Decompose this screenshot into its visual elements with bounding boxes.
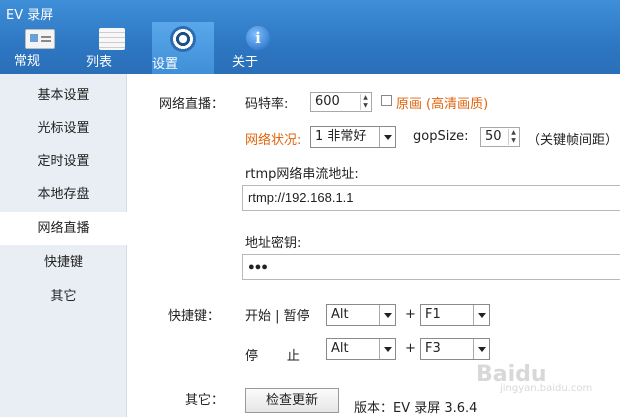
watermark-subtext: jingyan.baidu.com xyxy=(500,383,593,394)
stream-key-input[interactable]: ●●● xyxy=(242,254,620,280)
chevron-down-icon[interactable] xyxy=(379,305,395,325)
stop-label: 停 止 xyxy=(245,349,300,364)
gop-size-stepper[interactable]: 50 ▲ ▼ xyxy=(480,127,520,147)
hotkeys-section-label: 快捷键： xyxy=(168,309,221,324)
stop-key-value: F3 xyxy=(425,341,441,356)
sidebar-item-hotkeys[interactable]: 快捷键 xyxy=(0,246,127,279)
gop-size-value: 50 xyxy=(485,129,502,144)
chevron-down-icon[interactable] xyxy=(473,339,489,359)
toolbar-settings-button[interactable]: 设置 xyxy=(152,22,214,74)
toolbar-general-button[interactable]: 常规 xyxy=(14,22,66,74)
original-quality-hint: (高清画质) xyxy=(426,97,489,112)
network-status-label: 网络状况: xyxy=(245,133,302,148)
toolbar-about-label: 关于 xyxy=(232,55,259,70)
start-key-select[interactable]: F1 xyxy=(420,304,490,326)
original-quality-checkbox[interactable] xyxy=(381,95,392,106)
stepper-arrows-icon[interactable]: ▲ ▼ xyxy=(508,129,518,145)
version-text: 版本：EV 录屏 3.6.4 xyxy=(354,401,478,416)
gop-size-hint: （关键帧间距） xyxy=(527,133,619,148)
bitrate-label: 码特率: xyxy=(245,97,289,112)
toolbar-settings-label: 设置 xyxy=(152,57,179,72)
rtmp-url-label: rtmp网络串流地址: xyxy=(245,167,359,182)
gop-size-label: gopSize: xyxy=(413,129,469,144)
chevron-down-icon[interactable] xyxy=(473,305,489,325)
chevron-down-icon[interactable] xyxy=(379,127,395,147)
start-modifier-value: Alt xyxy=(331,307,349,322)
chevron-down-icon[interactable] xyxy=(379,339,395,359)
stop-modifier-select[interactable]: Alt xyxy=(326,338,396,360)
top-toolbar: EV 录屏 常规 列表 设置 i 关于 xyxy=(0,0,620,74)
bitrate-value: 600 xyxy=(315,94,340,109)
rtmp-url-input[interactable]: rtmp://192.168.1.1 xyxy=(242,185,620,211)
sidebar-item-schedule[interactable]: 定时设置 xyxy=(0,145,127,178)
start-key-value: F1 xyxy=(425,307,441,322)
network-status-value: 1 非常好 xyxy=(315,129,367,144)
check-update-button[interactable]: 检查更新 xyxy=(245,388,339,413)
network-status-select[interactable]: 1 非常好 xyxy=(310,126,396,148)
list-icon xyxy=(99,28,125,50)
stop-key-select[interactable]: F3 xyxy=(420,338,490,360)
sidebar-item-cursor[interactable]: 光标设置 xyxy=(0,112,127,145)
info-icon: i xyxy=(246,26,270,50)
other-section-label: 其它： xyxy=(185,393,225,408)
monitor-icon xyxy=(25,29,55,49)
window-title: EV 录屏 xyxy=(6,8,54,23)
stream-key-label: 地址密钥: xyxy=(245,236,302,251)
toolbar-about-button[interactable]: i 关于 xyxy=(232,22,284,74)
live-section-label: 网络直播： xyxy=(159,97,225,112)
toolbar-list-button[interactable]: 列表 xyxy=(86,22,138,74)
sidebar-item-other[interactable]: 其它 xyxy=(0,280,127,313)
start-pause-label: 开始 | 暂停 xyxy=(245,309,310,324)
stop-modifier-value: Alt xyxy=(331,341,349,356)
plus-sign: + xyxy=(405,307,416,322)
start-modifier-select[interactable]: Alt xyxy=(326,304,396,326)
baidu-watermark: Baidu jingyan.baidu.com xyxy=(476,362,592,394)
sidebar-item-live[interactable]: 网络直播 xyxy=(0,212,127,245)
plus-sign: + xyxy=(405,341,416,356)
toolbar-list-label: 列表 xyxy=(86,55,113,70)
stepper-arrows-icon[interactable]: ▲ ▼ xyxy=(360,94,370,110)
settings-sidebar: 基本设置 光标设置 定时设置 本地存盘 网络直播 快捷键 其它 xyxy=(0,74,127,417)
sidebar-item-local-save[interactable]: 本地存盘 xyxy=(0,178,127,211)
original-quality-label: 原画 xyxy=(396,97,423,112)
bitrate-stepper[interactable]: 600 ▲ ▼ xyxy=(310,92,372,112)
toolbar-general-label: 常规 xyxy=(14,54,41,69)
sidebar-item-basic[interactable]: 基本设置 xyxy=(0,79,127,112)
gear-icon xyxy=(170,26,196,52)
